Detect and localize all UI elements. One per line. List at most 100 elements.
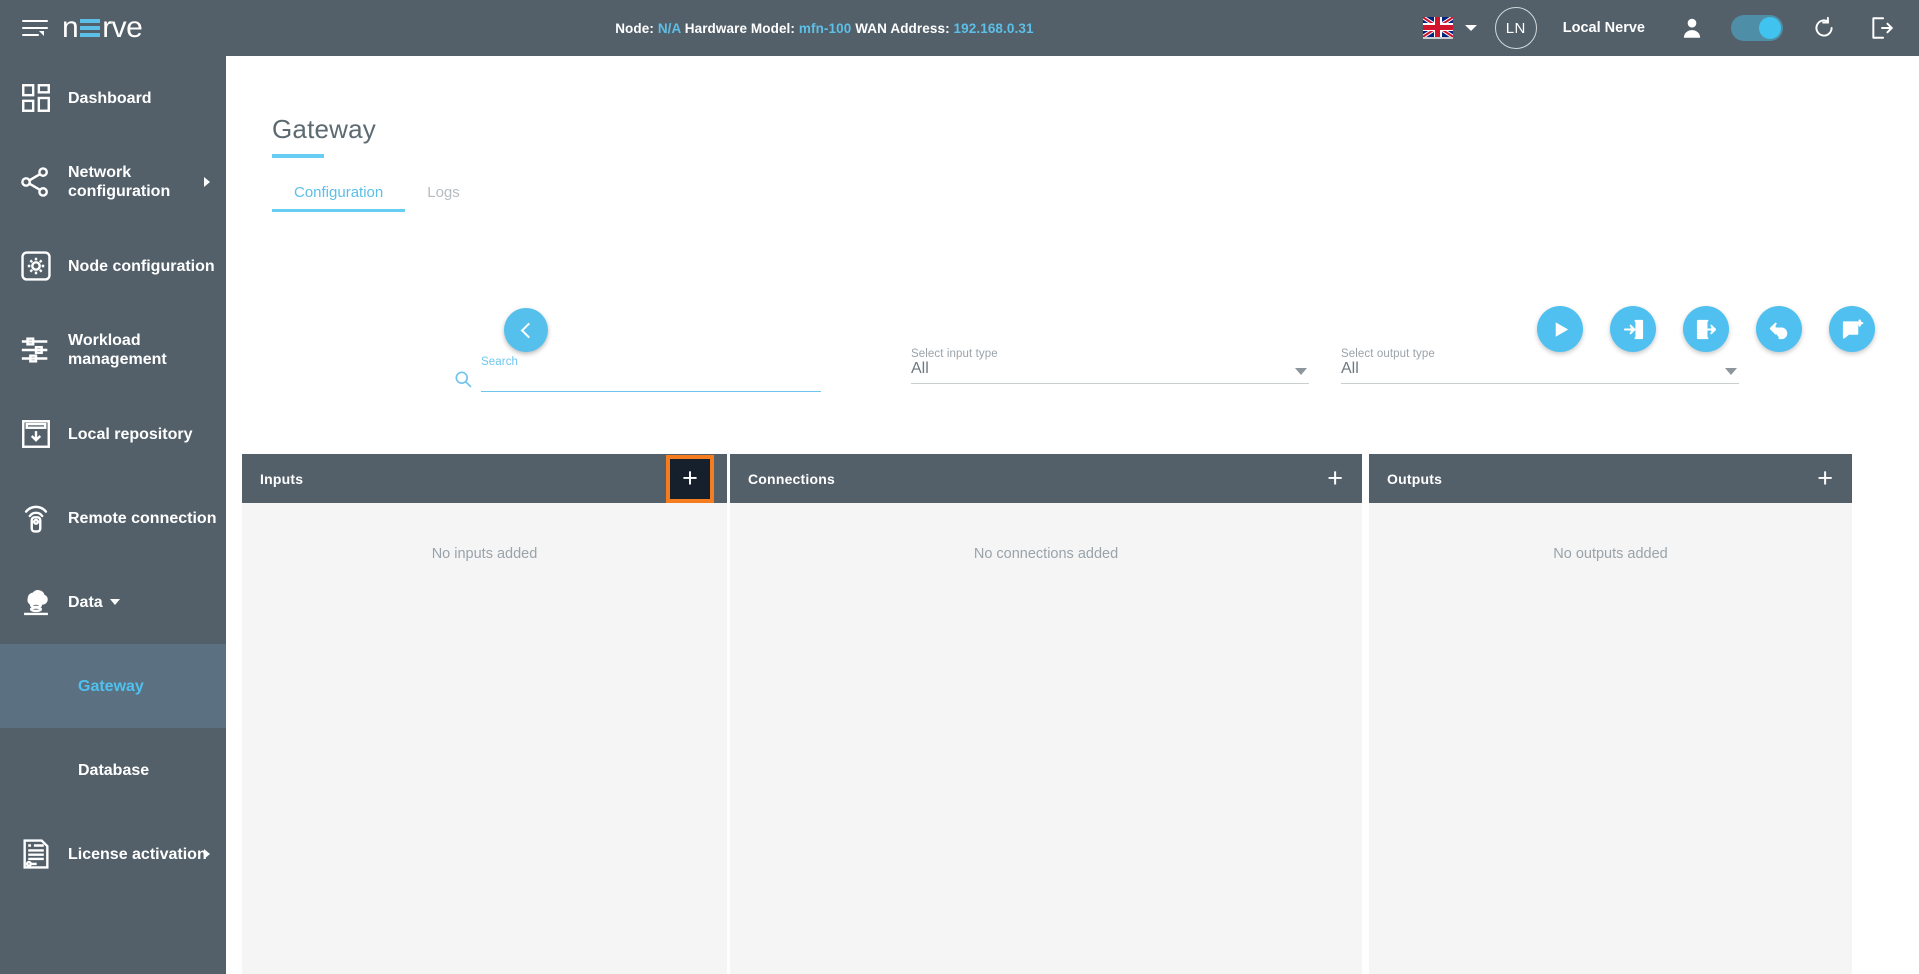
header-left-group: n rve xyxy=(0,0,226,56)
panel-inputs: Inputs + No inputs added xyxy=(242,454,727,974)
uk-flag-icon[interactable] xyxy=(1422,17,1453,39)
sidebar-item-local-repository[interactable]: Local repository xyxy=(0,392,226,476)
sidebar-item-node-configuration[interactable]: Node configuration xyxy=(0,224,226,308)
search-underline xyxy=(481,391,821,392)
wan-label: WAN Address: xyxy=(855,20,950,36)
network-icon xyxy=(14,165,58,199)
node-label: Node: xyxy=(615,20,654,36)
panel-title: Outputs xyxy=(1387,470,1443,487)
header-right-group: LN Local Nerve xyxy=(1422,0,1919,56)
wan-value: 192.168.0.31 xyxy=(953,20,1034,36)
empty-state-text: No connections added xyxy=(973,546,1119,562)
panel-header-connections: Connections + xyxy=(730,454,1362,503)
sidebar-item-label: Data xyxy=(68,593,103,611)
panel-title: Connections xyxy=(748,470,835,487)
sidebar-item-data[interactable]: Data xyxy=(0,560,226,644)
panel-outputs: Outputs + No outputs added xyxy=(1369,454,1852,974)
hamburger-icon[interactable] xyxy=(22,18,48,38)
sidebar-item-remote-connection[interactable]: Remote connection xyxy=(0,476,226,560)
action-button-group xyxy=(1537,306,1875,352)
add-connection-button[interactable]: + xyxy=(1324,465,1346,492)
output-type-chevron-down-icon xyxy=(1725,368,1737,375)
toggle-switch[interactable] xyxy=(1731,15,1783,41)
panel-body-connections: No connections added xyxy=(730,503,1362,974)
search-input[interactable] xyxy=(481,368,821,391)
username-label: Local Nerve xyxy=(1562,20,1645,36)
logout-icon[interactable] xyxy=(1869,15,1895,41)
panel-title: Inputs xyxy=(260,470,304,487)
output-type-value: All xyxy=(1341,360,1359,377)
user-icon[interactable] xyxy=(1679,15,1705,41)
tab-logs[interactable]: Logs xyxy=(405,184,482,212)
chevron-right-icon xyxy=(204,849,210,859)
input-type-label: Select input type xyxy=(911,348,998,360)
sidebar-item-license-activation[interactable]: License activation xyxy=(0,812,226,896)
language-chevron-down-icon[interactable] xyxy=(1464,25,1477,31)
wizard-button[interactable] xyxy=(1829,306,1875,352)
tab-bar: Configuration Logs xyxy=(272,184,1919,212)
export-icon xyxy=(1696,319,1716,339)
logo-accent-e xyxy=(80,18,101,38)
sidebar-item-label: License activation xyxy=(68,845,207,863)
data-caret-down-icon xyxy=(109,599,120,605)
repository-icon xyxy=(14,417,58,451)
back-chevron-icon xyxy=(520,322,536,338)
filter-row: Search Select input type All Select outp… xyxy=(226,348,1919,408)
sidebar-item-label: Network configuration xyxy=(68,164,171,200)
sidebar-item-label: Gateway xyxy=(78,677,144,695)
output-type-field-group[interactable]: Select output type All xyxy=(1341,348,1739,384)
page-title: Gateway xyxy=(272,114,377,144)
chevron-right-icon xyxy=(204,177,210,187)
panel-header-outputs: Outputs + xyxy=(1369,454,1852,503)
dashboard-icon xyxy=(14,81,58,115)
panel-connections: Connections + No connections added xyxy=(730,454,1362,974)
output-type-label: Select output type xyxy=(1341,348,1435,360)
sidebar-item-workload-management[interactable]: Workload management xyxy=(0,308,226,392)
undo-button[interactable] xyxy=(1756,306,1802,352)
empty-state-text: No inputs added xyxy=(431,546,538,562)
top-header-bar: n rve Node: N/A Hardware Model: mfn-100 … xyxy=(0,0,1919,56)
panel-body-inputs: No inputs added xyxy=(242,503,727,974)
node-gear-icon xyxy=(14,249,58,283)
add-input-button[interactable]: + xyxy=(666,454,714,503)
sidebar-item-label: Workload management xyxy=(68,332,167,368)
avatar-initials: LN xyxy=(1505,19,1526,37)
sidebar-item-network-configuration[interactable]: Network configuration xyxy=(0,140,226,224)
form-wizard-icon xyxy=(1842,318,1863,339)
play-icon xyxy=(1555,321,1568,337)
import-icon xyxy=(1623,319,1643,339)
input-type-value: All xyxy=(911,360,929,377)
sidebar-item-label: Database xyxy=(78,761,150,779)
panels-container: Inputs + No inputs added Connections + N… xyxy=(226,454,1919,974)
panel-header-inputs: Inputs + xyxy=(242,454,727,503)
remote-icon xyxy=(14,501,58,535)
input-type-underline xyxy=(911,383,1309,384)
node-status-text: Node: N/A Hardware Model: mfn-100 WAN Ad… xyxy=(226,21,1423,36)
sidebar-nav: Dashboard Network configuration Node con… xyxy=(0,56,226,974)
hardware-value: mfn-100 xyxy=(798,20,852,36)
search-label: Search xyxy=(481,356,519,368)
sidebar-item-dashboard[interactable]: Dashboard xyxy=(0,56,226,140)
export-button[interactable] xyxy=(1683,306,1729,352)
import-button[interactable] xyxy=(1610,306,1656,352)
sidebar-item-label: Remote connection xyxy=(68,509,217,527)
output-type-underline xyxy=(1341,383,1739,384)
sidebar-item-gateway[interactable]: Gateway xyxy=(0,644,226,728)
tab-configuration[interactable]: Configuration xyxy=(272,184,406,212)
add-output-button[interactable]: + xyxy=(1814,465,1836,492)
main-content: Gateway Configuration Logs Search Select… xyxy=(226,56,1919,974)
avatar[interactable]: LN xyxy=(1494,7,1537,49)
play-button[interactable] xyxy=(1537,306,1583,352)
logo-suffix: rve xyxy=(102,11,143,44)
input-type-field-group[interactable]: Select input type All xyxy=(911,348,1309,384)
back-button[interactable] xyxy=(504,308,548,352)
sidebar-item-database[interactable]: Database xyxy=(0,728,226,812)
page-title-underline xyxy=(272,154,324,158)
restart-icon[interactable] xyxy=(1811,15,1837,41)
nerve-logo: n rve xyxy=(62,11,143,45)
empty-state-text: No outputs added xyxy=(1553,546,1668,562)
input-type-chevron-down-icon xyxy=(1295,368,1307,375)
logo-prefix: n xyxy=(62,11,79,44)
sliders-icon xyxy=(14,333,58,367)
undo-icon xyxy=(1769,322,1787,339)
